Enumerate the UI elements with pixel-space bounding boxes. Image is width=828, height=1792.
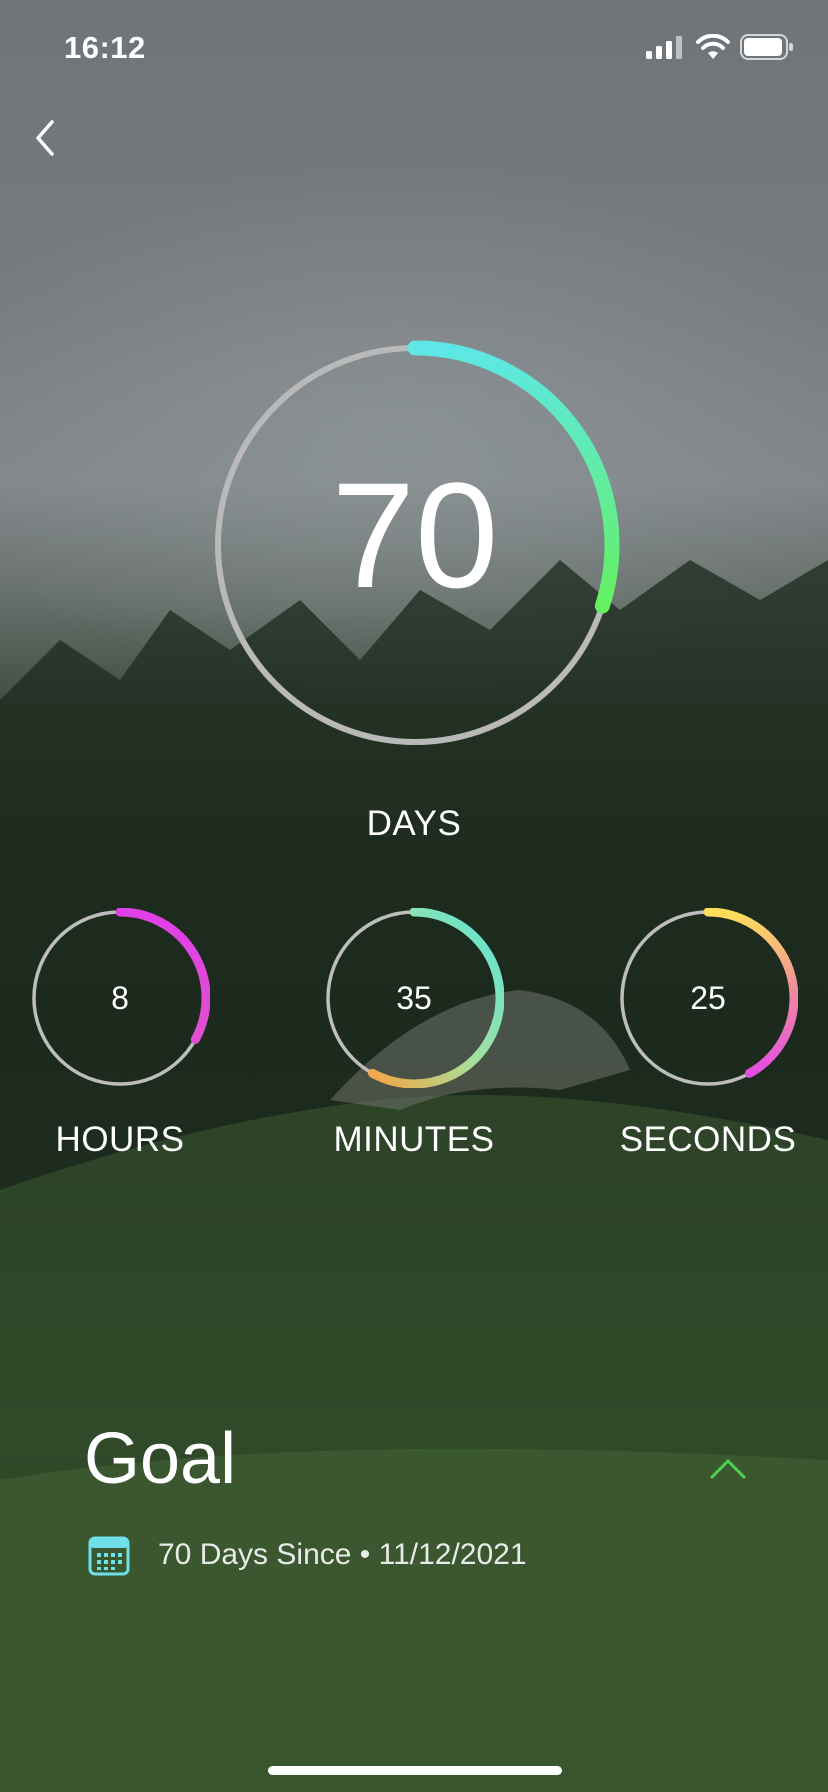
seconds-value: 25 bbox=[690, 980, 726, 1016]
chevron-left-icon bbox=[36, 120, 54, 156]
background-photo bbox=[0, 0, 828, 1792]
calendar-icon bbox=[88, 1536, 130, 1576]
chevron-up-icon bbox=[710, 1459, 746, 1479]
status-icons bbox=[646, 34, 794, 60]
wifi-icon bbox=[696, 34, 730, 59]
goal-subtitle: 70 Days Since • 11/12/2021 bbox=[158, 1538, 527, 1571]
cellular-signal-icon bbox=[646, 36, 682, 59]
minutes-value: 35 bbox=[396, 980, 432, 1016]
status-time: 16:12 bbox=[64, 30, 146, 65]
expand-goal-button[interactable] bbox=[708, 1455, 748, 1488]
hours-label: HOURS bbox=[55, 1120, 185, 1159]
goal-title: Goal bbox=[84, 1419, 237, 1499]
seconds-label: SECONDS bbox=[619, 1120, 797, 1159]
days-label: DAYS bbox=[366, 804, 462, 843]
minutes-label: MINUTES bbox=[333, 1120, 495, 1159]
hours-value: 8 bbox=[111, 980, 129, 1016]
days-value: 70 bbox=[331, 451, 499, 619]
battery-icon bbox=[740, 34, 793, 60]
home-indicator[interactable] bbox=[268, 1766, 562, 1775]
back-button[interactable] bbox=[26, 114, 66, 164]
hours-progress-arc bbox=[115, 908, 210, 1044]
